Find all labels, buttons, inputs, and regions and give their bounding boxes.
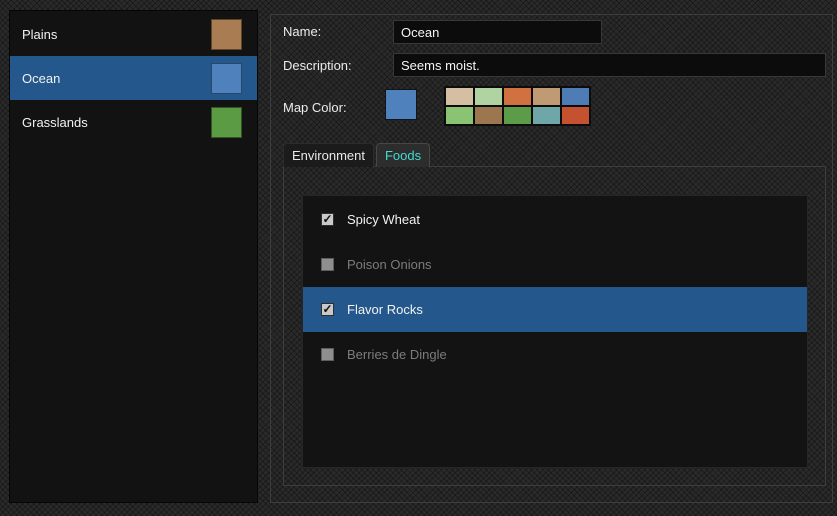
palette-cell[interactable] xyxy=(562,88,589,105)
biome-label: Ocean xyxy=(22,70,61,86)
palette-cell[interactable] xyxy=(533,88,560,105)
map-color-current-swatch[interactable] xyxy=(385,89,417,120)
food-label: Spicy Wheat xyxy=(347,212,420,227)
tab-environment[interactable]: Environment xyxy=(283,143,374,167)
tab-bar: Environment Foods xyxy=(283,143,431,167)
description-input[interactable] xyxy=(393,53,826,77)
food-label: Berries de Dingle xyxy=(347,347,447,362)
palette-cell[interactable] xyxy=(533,107,560,124)
biome-label: Grasslands xyxy=(22,114,88,130)
palette-cell[interactable] xyxy=(562,107,589,124)
list-item-plains[interactable]: Plains xyxy=(10,12,257,56)
description-label: Description: xyxy=(283,58,352,73)
tab-foods[interactable]: Foods xyxy=(375,143,431,167)
biome-editor-window: { "sidebar": { "items": [ { "label": "Pl… xyxy=(0,0,837,516)
palette-cell[interactable] xyxy=(475,88,502,105)
checkbox[interactable] xyxy=(321,348,334,361)
biome-detail-panel: Name: Description: Map Color: Environmen… xyxy=(270,14,833,503)
biome-color-swatch xyxy=(211,62,242,94)
food-label: Flavor Rocks xyxy=(347,302,423,317)
food-label: Poison Onions xyxy=(347,257,432,272)
palette-cell[interactable] xyxy=(475,107,502,124)
food-item-spicy-wheat[interactable]: Spicy Wheat xyxy=(303,197,807,242)
name-label: Name: xyxy=(283,24,322,39)
biome-color-swatch xyxy=(211,106,242,138)
tab-label: Foods xyxy=(384,148,422,163)
list-item-grasslands[interactable]: Grasslands xyxy=(10,100,257,144)
tab-label: Environment xyxy=(292,148,365,163)
food-item-berries-de-dingle[interactable]: Berries de Dingle xyxy=(303,332,807,377)
food-list: Spicy Wheat Poison Onions Flavor Rocks B… xyxy=(302,195,808,468)
map-color-palette xyxy=(444,86,591,126)
palette-cell[interactable] xyxy=(504,88,531,105)
list-item-ocean[interactable]: Ocean xyxy=(10,56,257,100)
food-item-poison-onions[interactable]: Poison Onions xyxy=(303,242,807,287)
palette-cell[interactable] xyxy=(446,88,473,105)
palette-cell[interactable] xyxy=(446,107,473,124)
foods-tab-page: Spicy Wheat Poison Onions Flavor Rocks B… xyxy=(283,166,826,486)
biome-list: Plains Ocean Grasslands xyxy=(9,10,258,503)
checkbox[interactable] xyxy=(321,258,334,271)
checkbox[interactable] xyxy=(321,213,334,226)
palette-cell[interactable] xyxy=(504,107,531,124)
checkbox[interactable] xyxy=(321,303,334,316)
biome-color-swatch xyxy=(211,18,242,50)
biome-label: Plains xyxy=(22,26,58,42)
map-color-label: Map Color: xyxy=(283,100,347,115)
name-input[interactable] xyxy=(393,20,602,44)
food-item-flavor-rocks[interactable]: Flavor Rocks xyxy=(303,287,807,332)
